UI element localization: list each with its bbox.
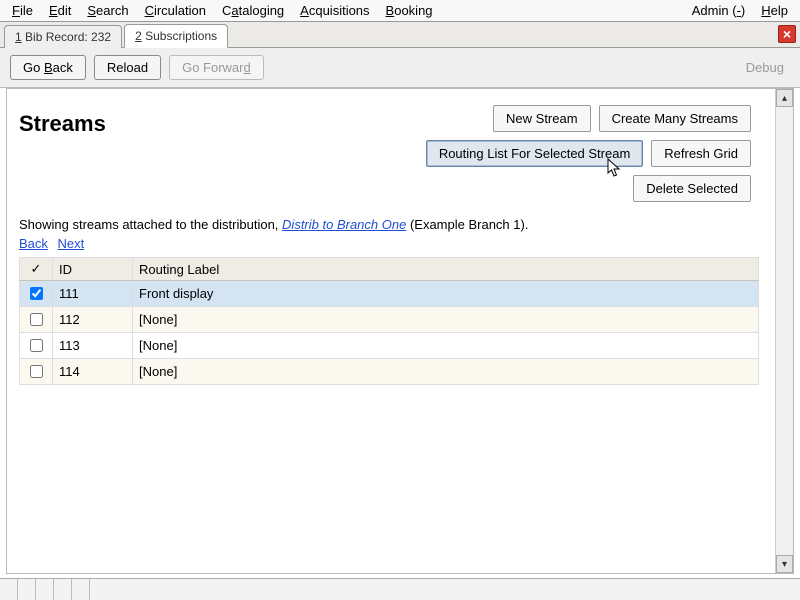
content-scroll: Streams New Stream Create Many Streams R… bbox=[7, 89, 775, 573]
row-checkbox[interactable] bbox=[30, 287, 43, 300]
paging-back-link[interactable]: Back bbox=[19, 236, 48, 251]
grid-header-row: ✓ ID Routing Label bbox=[20, 258, 759, 281]
tab-bib-record-232[interactable]: 1 Bib Record: 232 bbox=[4, 25, 122, 48]
grid-header-check[interactable]: ✓ bbox=[20, 258, 53, 281]
status-segment bbox=[90, 579, 800, 600]
distribution-link[interactable]: Distrib to Branch One bbox=[282, 217, 406, 232]
menubar-left: FileEditSearchCirculationCatalogingAcqui… bbox=[4, 1, 441, 20]
menu-admin-[interactable]: Admin (-) bbox=[684, 1, 753, 20]
menu-file[interactable]: File bbox=[4, 1, 41, 20]
table-row[interactable]: 113[None] bbox=[20, 333, 759, 359]
info-prefix: Showing streams attached to the distribu… bbox=[19, 217, 282, 232]
scroll-down-icon[interactable]: ▾ bbox=[776, 555, 793, 573]
row-checkbox[interactable] bbox=[30, 365, 43, 378]
row-routing-label: [None] bbox=[133, 359, 759, 385]
menu-search[interactable]: Search bbox=[79, 1, 136, 20]
row-routing-label: [None] bbox=[133, 307, 759, 333]
row-id: 113 bbox=[53, 333, 133, 359]
go-back-button[interactable]: Go Back bbox=[10, 55, 86, 80]
delete-selected-button[interactable]: Delete Selected bbox=[633, 175, 751, 202]
new-stream-button[interactable]: New Stream bbox=[493, 105, 591, 132]
row-checkbox-cell bbox=[20, 307, 53, 333]
row-checkbox-cell bbox=[20, 281, 53, 307]
row-checkbox-cell bbox=[20, 359, 53, 385]
status-segment bbox=[18, 579, 36, 600]
paging-next-link[interactable]: Next bbox=[58, 236, 85, 251]
scroll-up-icon[interactable]: ▴ bbox=[776, 89, 793, 107]
menu-help[interactable]: Help bbox=[753, 1, 796, 20]
row-id: 111 bbox=[53, 281, 133, 307]
row-checkbox[interactable] bbox=[30, 339, 43, 352]
status-segment bbox=[36, 579, 54, 600]
menu-circulation[interactable]: Circulation bbox=[137, 1, 214, 20]
paging-links: Back Next bbox=[19, 236, 759, 251]
table-row[interactable]: 111Front display bbox=[20, 281, 759, 307]
create-many-streams-button[interactable]: Create Many Streams bbox=[599, 105, 751, 132]
routing-list-button[interactable]: Routing List For Selected Stream bbox=[426, 140, 643, 167]
streams-grid: ✓ ID Routing Label 111Front display112[N… bbox=[19, 257, 759, 385]
info-line: Showing streams attached to the distribu… bbox=[19, 217, 759, 232]
status-segment bbox=[54, 579, 72, 600]
tab-subscriptions[interactable]: 2 Subscriptions bbox=[124, 24, 228, 48]
menu-cataloging[interactable]: Cataloging bbox=[214, 1, 292, 20]
table-row[interactable]: 114[None] bbox=[20, 359, 759, 385]
row-id: 112 bbox=[53, 307, 133, 333]
tab-strip: 1 Bib Record: 2322 Subscriptions × bbox=[0, 22, 800, 48]
reload-button[interactable]: Reload bbox=[94, 55, 161, 80]
scroll-track[interactable] bbox=[776, 107, 793, 555]
row-routing-label: Front display bbox=[133, 281, 759, 307]
info-suffix: (Example Branch 1). bbox=[406, 217, 528, 232]
status-segment bbox=[72, 579, 90, 600]
content-frame: Streams New Stream Create Many Streams R… bbox=[6, 88, 794, 574]
status-bar bbox=[0, 578, 800, 600]
action-buttons: New Stream Create Many Streams Routing L… bbox=[426, 105, 751, 202]
vertical-scrollbar[interactable]: ▴ ▾ bbox=[775, 89, 793, 573]
menu-edit[interactable]: Edit bbox=[41, 1, 79, 20]
row-id: 114 bbox=[53, 359, 133, 385]
refresh-grid-button[interactable]: Refresh Grid bbox=[651, 140, 751, 167]
menubar: FileEditSearchCirculationCatalogingAcqui… bbox=[0, 0, 800, 22]
menu-booking[interactable]: Booking bbox=[378, 1, 441, 20]
toolbar: Go Back Reload Go Forward Debug bbox=[0, 48, 800, 88]
go-forward-button: Go Forward bbox=[169, 55, 264, 80]
menubar-right: Admin (-)Help bbox=[684, 1, 796, 20]
grid-header-routing[interactable]: Routing Label bbox=[133, 258, 759, 281]
status-segment bbox=[0, 579, 18, 600]
table-row[interactable]: 112[None] bbox=[20, 307, 759, 333]
debug-link[interactable]: Debug bbox=[746, 60, 790, 75]
close-icon[interactable]: × bbox=[778, 25, 796, 43]
row-checkbox-cell bbox=[20, 333, 53, 359]
row-checkbox[interactable] bbox=[30, 313, 43, 326]
grid-header-id[interactable]: ID bbox=[53, 258, 133, 281]
menu-acquisitions[interactable]: Acquisitions bbox=[292, 1, 377, 20]
row-routing-label: [None] bbox=[133, 333, 759, 359]
